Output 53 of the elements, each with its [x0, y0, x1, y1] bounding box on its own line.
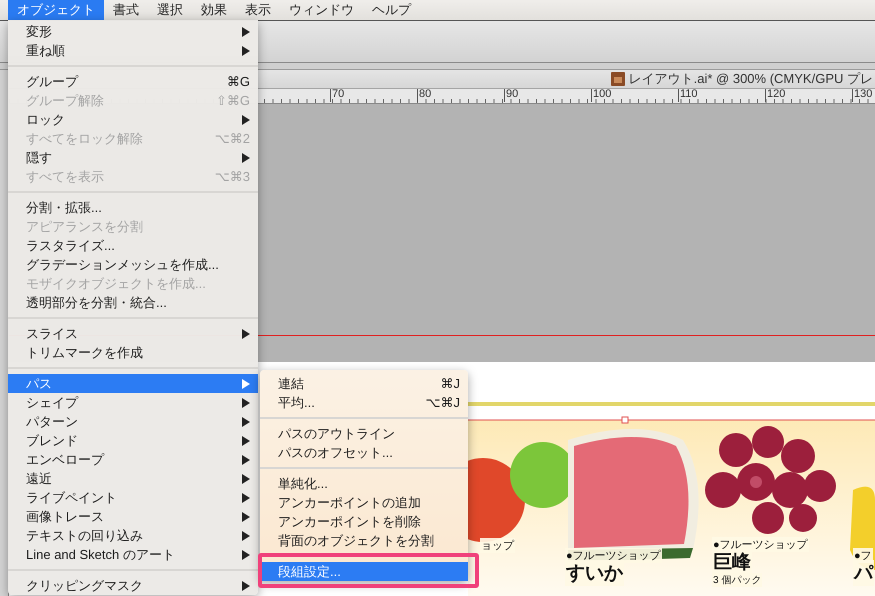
menu-item[interactable]: アンカーポイントを削除: [260, 512, 468, 531]
menu-bar-item[interactable]: 選択: [148, 0, 192, 20]
menu-item[interactable]: パス: [8, 374, 258, 393]
menu-bar-item[interactable]: 書式: [104, 0, 148, 20]
ruler-label: 80: [417, 89, 504, 102]
menu-bar-item[interactable]: ヘルプ: [363, 0, 420, 20]
menu-item[interactable]: ブレンド: [8, 431, 258, 450]
product-note: 3 個パック: [712, 573, 762, 587]
menu-item[interactable]: 変形: [8, 22, 258, 41]
menu-item[interactable]: パスのオフセット...: [260, 443, 468, 462]
ruler-label: 100: [591, 89, 678, 102]
menu-item[interactable]: 平均... ⌥⌘J: [260, 393, 468, 412]
menu-item[interactable]: パターン: [8, 412, 258, 431]
menu-item[interactable]: ロック: [8, 110, 258, 129]
menu-item[interactable]: エンベロープ: [8, 450, 258, 469]
product-name: パ: [853, 560, 874, 586]
menu-bar-item[interactable]: 効果: [192, 0, 236, 20]
product-name: すいか: [565, 560, 624, 586]
menu-item[interactable]: テキストの回り込み: [8, 526, 258, 545]
shop-label: ●フルーツショップ: [712, 537, 809, 552]
menu-bar-item[interactable]: オブジェクト: [8, 0, 104, 20]
menu-item[interactable]: 透明部分を分割・統合...: [8, 293, 258, 312]
ruler-label: 130: [852, 89, 875, 102]
document-title: レイアウト.ai* @ 300% (CMYK/GPU プレ: [628, 70, 873, 88]
menu-item[interactable]: ラスタライズ...: [8, 236, 258, 255]
menu-item[interactable]: 隠す: [8, 148, 258, 167]
document-icon: [610, 72, 625, 86]
menu-item[interactable]: 段組設定...: [260, 562, 468, 581]
menu-item[interactable]: クリッピングマスク: [8, 576, 258, 595]
menu-item[interactable]: 背面のオブジェクトを分割: [260, 531, 468, 550]
menu-item[interactable]: 重ね順: [8, 41, 258, 60]
menu-item[interactable]: パスのアウトライン: [260, 424, 468, 443]
menu-item[interactable]: アンカーポイントの追加: [260, 493, 468, 512]
menu-item[interactable]: トリムマークを作成: [8, 343, 258, 362]
ruler-label: 90: [504, 89, 591, 102]
menu-item[interactable]: グラデーションメッシュを作成...: [8, 255, 258, 274]
menu-bar-item[interactable]: ウィンドウ: [280, 0, 363, 20]
menu-item[interactable]: 遠近: [8, 469, 258, 488]
menu-item[interactable]: 単純化...: [260, 474, 468, 493]
ruler-label: 110: [678, 89, 765, 102]
product-name: 巨峰: [712, 549, 752, 575]
menu-bar-item[interactable]: 表示: [236, 0, 280, 20]
menu-item[interactable]: Line and Sketch のアート: [8, 545, 258, 564]
menu-item[interactable]: シェイプ: [8, 393, 258, 412]
ruler-label: 70: [330, 89, 417, 102]
shop-label: ョップ: [480, 538, 515, 553]
menu-item[interactable]: スライス: [8, 324, 258, 343]
ruler-label: 120: [765, 89, 852, 102]
menu-item[interactable]: 画像トレース: [8, 507, 258, 526]
menu-item[interactable]: ライブペイント: [8, 488, 258, 507]
menu-item[interactable]: 分割・拡張...: [8, 198, 258, 217]
menu-item[interactable]: グループ ⌘G: [8, 72, 258, 91]
menu-item[interactable]: 連結 ⌘J: [260, 374, 468, 393]
